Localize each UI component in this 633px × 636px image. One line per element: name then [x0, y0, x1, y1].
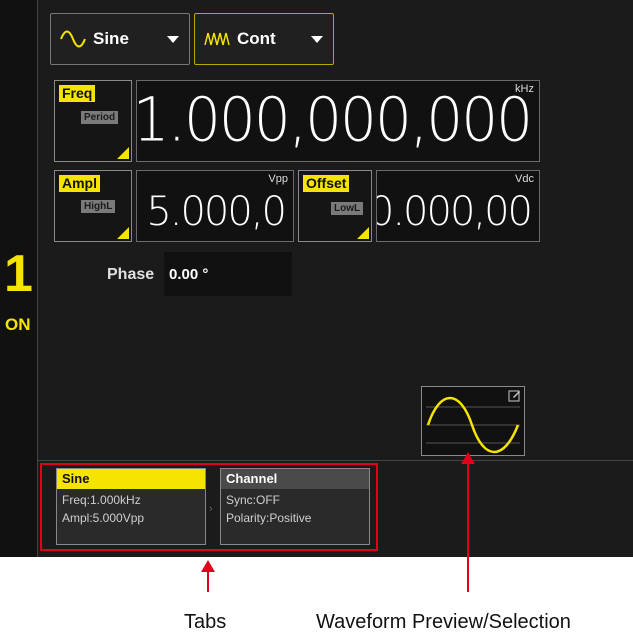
- channel-strip[interactable]: 1 ON: [0, 0, 38, 557]
- ampl-key[interactable]: Ampl HighL: [54, 170, 132, 242]
- ampl-value-box[interactable]: Vpp 5.000,0: [136, 170, 294, 242]
- freq-key-label: Freq: [59, 85, 96, 102]
- ampl-unit: Vpp: [268, 173, 288, 185]
- mode-label: Cont: [237, 29, 276, 48]
- freq-value: 1.000,000,000: [136, 83, 533, 155]
- offset-key[interactable]: Offset LowL: [298, 170, 372, 242]
- continuous-wave-icon: [204, 32, 230, 46]
- chevron-down-icon: [167, 36, 179, 43]
- offset-value-box[interactable]: Vdc 0.000,00: [376, 170, 540, 242]
- edit-icon[interactable]: [508, 389, 521, 402]
- highlevel-key-label: HighL: [81, 200, 116, 213]
- offset-unit: Vdc: [515, 173, 534, 185]
- preview-arrow-stem: [467, 462, 469, 592]
- phase-label: Phase: [107, 266, 155, 283]
- freq-key[interactable]: Freq Period: [54, 80, 132, 162]
- channel-number: 1: [4, 245, 33, 303]
- tabs-arrow-stem: [207, 570, 209, 592]
- preview-annotation-label: Waveform Preview/Selection: [316, 611, 571, 633]
- waveform-preview[interactable]: [421, 386, 525, 456]
- ampl-key-label: Ampl: [59, 175, 100, 192]
- period-key-label: Period: [81, 111, 119, 124]
- divider: [38, 460, 633, 461]
- waveform-label: Sine: [93, 29, 129, 48]
- tabs-annotation-label: Tabs: [184, 611, 227, 633]
- channel-state: ON: [5, 315, 31, 334]
- lowlevel-key-label: LowL: [331, 202, 364, 215]
- waveform-dropdown[interactable]: Sine: [50, 13, 190, 65]
- freq-value-box[interactable]: kHz 1.000,000,000: [136, 80, 540, 162]
- mode-dropdown[interactable]: Cont: [194, 13, 334, 65]
- ampl-value: 5.000,0: [146, 189, 287, 235]
- phase-value-box[interactable]: 0.00 °: [164, 252, 292, 296]
- sine-wave-icon: [60, 30, 86, 48]
- offset-key-label: Offset: [303, 175, 350, 192]
- tabs-highlight-box: [40, 463, 378, 551]
- key-corner-marker: [117, 147, 129, 159]
- chevron-down-icon: [311, 36, 323, 43]
- phase-value: 0.00 °: [169, 266, 209, 283]
- offset-value: 0.000,00: [376, 189, 533, 235]
- key-corner-marker: [117, 227, 129, 239]
- key-corner-marker: [357, 227, 369, 239]
